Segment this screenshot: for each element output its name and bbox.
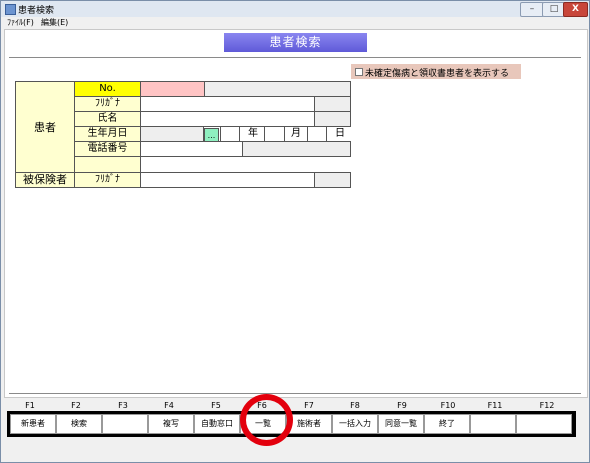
toggle-label: 未確定傷病と領収書患者を表示する [365, 69, 510, 79]
fkey-label: F7 [304, 401, 314, 410]
menu-bar: ﾌｧｲﾙ(F) 編集(E) [1, 17, 589, 29]
birth-picker-button[interactable]: ... [204, 128, 219, 142]
f3-button[interactable] [102, 414, 148, 434]
app-icon [5, 4, 16, 15]
fkey-label: F2 [71, 401, 81, 410]
birth-day-input[interactable] [307, 126, 327, 142]
label-name: 氏名 [74, 111, 141, 127]
unconfirmed-toggle[interactable]: 未確定傷病と領収書患者を表示する [351, 64, 521, 79]
fkey-label: F1 [25, 401, 35, 410]
birth-year-input[interactable] [220, 126, 240, 142]
auto-window-button[interactable]: 自動窓口 [194, 414, 240, 434]
fkey-label: F3 [118, 401, 128, 410]
kana-side-field [314, 96, 351, 112]
birth-month-input[interactable] [264, 126, 285, 142]
main-panel: 患者検索 未確定傷病と領収書患者を表示する 患者 被保険者 No. ﾌﾘｶﾞﾅ … [4, 29, 588, 398]
label-no: No. [74, 81, 141, 97]
fkey-label: F10 [440, 401, 456, 410]
search-button[interactable]: 検索 [56, 414, 102, 434]
fkey-label: F8 [350, 401, 360, 410]
page-title: 患者検索 [224, 33, 367, 52]
label-kana: ﾌﾘｶﾞﾅ [74, 96, 141, 112]
year-unit: 年 [248, 128, 258, 139]
function-key-labels: F1 F2 F3 F4 F5 F6 F7 F8 F9 F10 F11 F12 [7, 401, 576, 411]
consent-list-button[interactable]: 同意一覧 [378, 414, 424, 434]
minimize-button[interactable]: – [520, 2, 544, 17]
app-window: 患者検索 – □ X ﾌｧｲﾙ(F) 編集(E) 患者検索 未確定傷病と領収書患… [0, 0, 590, 463]
fkey-label: F12 [539, 401, 555, 410]
kana-input[interactable] [140, 96, 315, 112]
f12-button[interactable] [516, 414, 572, 434]
toggle-checkbox[interactable] [355, 68, 363, 76]
label-blank [74, 156, 141, 173]
batch-input-button[interactable]: 一括入力 [332, 414, 378, 434]
insured-kana-input[interactable] [140, 172, 315, 188]
divider-bottom [9, 393, 581, 394]
label-insured-kana: ﾌﾘｶﾞﾅ [74, 172, 141, 188]
insured-side-field [314, 172, 351, 188]
fkey-label: F4 [164, 401, 174, 410]
close-button[interactable]: X [563, 2, 588, 17]
phone-side-field [242, 141, 351, 157]
fkey-label: F9 [397, 401, 407, 410]
title-bar: 患者検索 – □ X [1, 1, 589, 17]
fkey-label: F5 [211, 401, 221, 410]
label-birth: 生年月日 [74, 126, 141, 142]
exit-button[interactable]: 終了 [424, 414, 470, 434]
birth-era-field[interactable] [140, 126, 204, 142]
day-unit: 日 [335, 128, 345, 139]
divider-top [9, 57, 581, 58]
highlight-circle [240, 394, 293, 446]
copy-button[interactable]: 複写 [148, 414, 194, 434]
month-unit: 月 [291, 128, 301, 139]
fkey-label: F11 [487, 401, 503, 410]
phone-input[interactable] [140, 141, 243, 157]
group-insured-label: 被保険者 [15, 172, 75, 188]
group-patient-label: 患者 [15, 81, 75, 173]
new-patient-button[interactable]: 新患者 [10, 414, 56, 434]
menu-edit[interactable]: 編集(E) [41, 17, 68, 29]
menu-file[interactable]: ﾌｧｲﾙ(F) [7, 17, 34, 29]
window-title: 患者検索 [18, 6, 55, 16]
label-phone: 電話番号 [74, 141, 141, 157]
name-side-field [314, 111, 351, 127]
no-input[interactable] [140, 81, 205, 97]
f11-button[interactable] [470, 414, 516, 434]
no-extra-field [204, 81, 351, 97]
name-input[interactable] [140, 111, 315, 127]
